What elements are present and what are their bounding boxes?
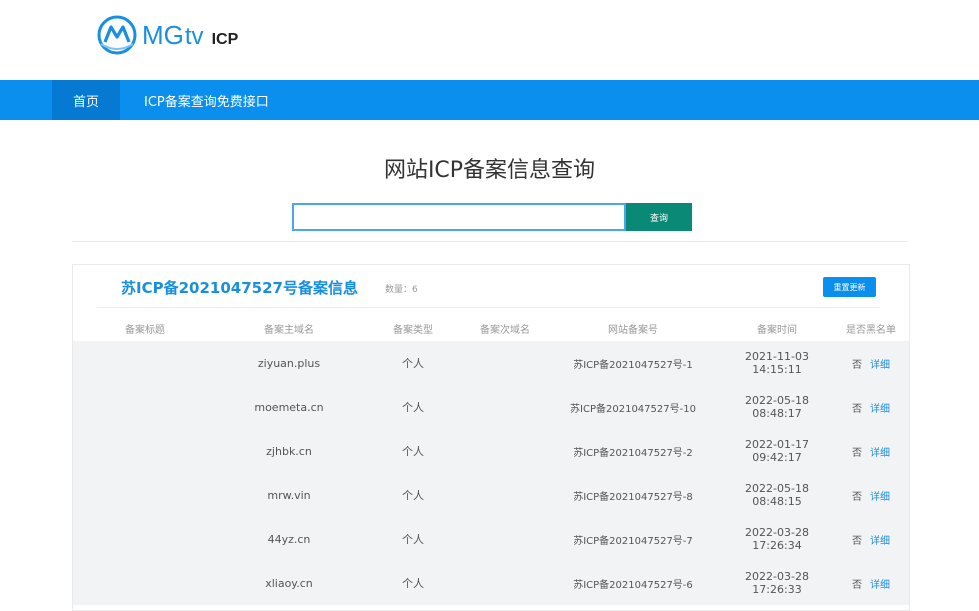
cell-time: 2022-01-17 09:42:17 (721, 429, 833, 473)
cell-time: 2021-11-03 14:15:11 (721, 341, 833, 385)
cell-subdomain (465, 517, 545, 561)
main-nav: 首页 ICP备案查询免费接口 (0, 80, 979, 120)
cell-title (73, 385, 217, 429)
result-count: 数量：6 (385, 285, 418, 295)
cell-title (73, 517, 217, 561)
records-table: 备案标题 备案主域名 备案类型 备案次域名 网站备案号 备案时间 是否黑名单 z… (73, 315, 909, 605)
cell-type: 个人 (361, 473, 465, 517)
search-button[interactable]: 查询 (626, 203, 692, 231)
cell-domain: mrw.vin (217, 473, 361, 517)
result-card: 苏ICP备2021047527号备案信息 数量：6 重置更新 备案标题 备案主域… (72, 264, 910, 611)
table-row: ziyuan.plus 个人 苏ICP备2021047527号-1 2021-1… (73, 341, 909, 385)
cell-blacklist: 否详细 (833, 385, 909, 429)
cell-blacklist: 否详细 (833, 341, 909, 385)
detail-link[interactable]: 详细 (870, 580, 890, 591)
cell-domain: moemeta.cn (217, 385, 361, 429)
section-divider (72, 241, 908, 242)
blacklist-value: 否 (852, 403, 862, 415)
cell-title (73, 341, 217, 385)
logo-icp-text: ICP (211, 30, 239, 48)
cell-record-no: 苏ICP备2021047527号-2 (545, 429, 721, 473)
blacklist-value: 否 (852, 535, 862, 547)
cell-record-no: 苏ICP备2021047527号-10 (545, 385, 721, 429)
cell-blacklist: 否详细 (833, 473, 909, 517)
logo-tv-text: tv (184, 22, 204, 50)
cell-type: 个人 (361, 561, 465, 605)
detail-link[interactable]: 详细 (870, 360, 890, 371)
cell-subdomain (465, 385, 545, 429)
table-row: mrw.vin 个人 苏ICP备2021047527号-8 2022-05-18… (73, 473, 909, 517)
table-row: zjhbk.cn 个人 苏ICP备2021047527号-2 2022-01-1… (73, 429, 909, 473)
cell-record-no: 苏ICP备2021047527号-1 (545, 341, 721, 385)
result-title: 苏ICP备2021047527号备案信息 (121, 279, 358, 297)
page-title: 网站ICP备案信息查询 (383, 158, 596, 183)
cell-subdomain (465, 429, 545, 473)
detail-link[interactable]: 详细 (870, 448, 890, 459)
cell-time: 2022-05-18 08:48:17 (721, 385, 833, 429)
search-input[interactable] (292, 203, 626, 231)
table-row: 44yz.cn 个人 苏ICP备2021047527号-7 2022-03-28… (73, 517, 909, 561)
table-header-row: 备案标题 备案主域名 备案类型 备案次域名 网站备案号 备案时间 是否黑名单 (73, 315, 909, 341)
cell-type: 个人 (361, 517, 465, 561)
nav-item-home[interactable]: 首页 (52, 80, 120, 120)
result-card-header: 苏ICP备2021047527号备案信息 数量：6 重置更新 (73, 265, 909, 307)
column-header: 备案类型 (393, 324, 433, 336)
site-logo[interactable]: MG tv ICP (96, 14, 238, 56)
cell-blacklist: 否详细 (833, 517, 909, 561)
table-row: xliaoy.cn 个人 苏ICP备2021047527号-6 2022-03-… (73, 561, 909, 605)
column-header: 备案次域名 (480, 324, 530, 336)
cell-type: 个人 (361, 341, 465, 385)
site-header: MG tv ICP (0, 0, 979, 80)
column-header: 备案主域名 (264, 324, 314, 336)
cell-domain: 44yz.cn (217, 517, 361, 561)
cell-domain: ziyuan.plus (217, 341, 361, 385)
cell-type: 个人 (361, 429, 465, 473)
cell-title (73, 473, 217, 517)
detail-link[interactable]: 详细 (870, 492, 890, 503)
cell-subdomain (465, 341, 545, 385)
cell-title (73, 429, 217, 473)
cell-time: 2022-05-18 08:48:15 (721, 473, 833, 517)
blacklist-value: 否 (852, 491, 862, 503)
logo-mg-text: MG (142, 19, 184, 50)
column-header: 是否黑名单 (846, 324, 896, 336)
cell-subdomain (465, 561, 545, 605)
cell-time: 2022-03-28 17:26:33 (721, 561, 833, 605)
nav-item-free-api[interactable]: ICP备案查询免费接口 (144, 80, 269, 120)
card-header-divider (97, 307, 879, 308)
cell-title (73, 561, 217, 605)
cell-domain: zjhbk.cn (217, 429, 361, 473)
cell-type: 个人 (361, 385, 465, 429)
cell-domain: xliaoy.cn (217, 561, 361, 605)
detail-link[interactable]: 详细 (870, 404, 890, 415)
search-bar: 查询 (292, 203, 692, 231)
cell-record-no: 苏ICP备2021047527号-6 (545, 561, 721, 605)
cell-record-no: 苏ICP备2021047527号-7 (545, 517, 721, 561)
detail-link[interactable]: 详细 (870, 536, 890, 547)
cell-subdomain (465, 473, 545, 517)
column-header: 备案时间 (757, 324, 797, 336)
cell-blacklist: 否详细 (833, 561, 909, 605)
blacklist-value: 否 (852, 447, 862, 459)
cell-blacklist: 否详细 (833, 429, 909, 473)
column-header: 备案标题 (125, 324, 165, 336)
mgtv-logo-icon (97, 15, 137, 55)
cell-record-no: 苏ICP备2021047527号-8 (545, 473, 721, 517)
cell-time: 2022-03-28 17:26:34 (721, 517, 833, 561)
column-header: 网站备案号 (608, 324, 658, 336)
refresh-button[interactable]: 重置更新 (823, 277, 876, 297)
table-row: moemeta.cn 个人 苏ICP备2021047527号-10 2022-0… (73, 385, 909, 429)
blacklist-value: 否 (852, 359, 862, 371)
logo-wordmark: MG tv ICP (142, 20, 238, 51)
blacklist-value: 否 (852, 579, 862, 591)
